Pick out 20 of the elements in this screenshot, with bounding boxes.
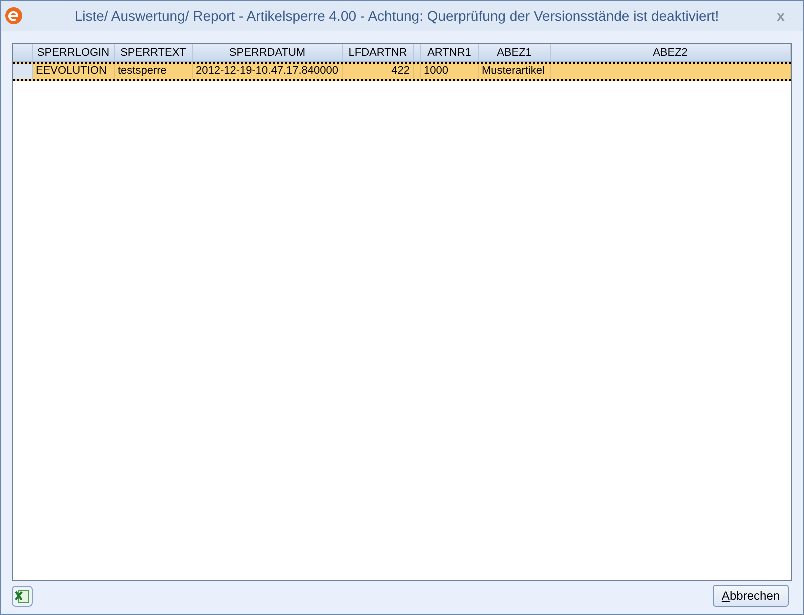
column-header[interactable]: SPERRDATUM xyxy=(193,44,343,61)
row-header-cell xyxy=(13,64,33,79)
table-row[interactable]: EEVOLUTION testsperre 2012-12-19-10.47.17.840000 422 1000 Musterartikel xyxy=(13,62,791,81)
window-title: Liste/ Auswertung/ Report - Artikelsperre 4.00 - Achtung: Querprüfung der Versionsstände ist deaktiviert! xyxy=(74,6,720,26)
table-cell: Musterartikel xyxy=(479,64,551,79)
cancel-button[interactable]: Abbrechen xyxy=(713,585,789,607)
table-cell: 422 xyxy=(343,64,414,79)
column-header[interactable]: SPERRLOGIN xyxy=(33,44,115,61)
table-cell: EEVOLUTION xyxy=(33,64,115,79)
table-cell: testsperre xyxy=(115,64,193,79)
column-header[interactable]: ARTNR1 xyxy=(421,44,479,61)
table-cell: 2012-12-19-10.47.17.840000 xyxy=(193,64,343,79)
spreadsheet-icon xyxy=(15,588,30,604)
column-header[interactable]: ABEZ2 xyxy=(551,44,791,61)
excel-export-button[interactable] xyxy=(12,586,33,606)
column-header[interactable]: ABEZ1 xyxy=(479,44,551,61)
column-header[interactable]: SPERRTEXT xyxy=(115,44,193,61)
table-cell: 1000 xyxy=(421,64,479,79)
app-logo-icon xyxy=(5,7,23,25)
column-header[interactable]: LFDARTNR xyxy=(343,44,414,61)
